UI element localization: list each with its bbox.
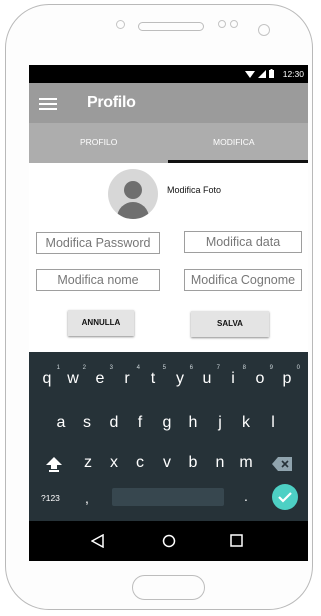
- key-r[interactable]: r4: [119, 365, 140, 388]
- key-q[interactable]: q1: [39, 365, 60, 388]
- backspace-icon[interactable]: [272, 457, 292, 471]
- surname-field[interactable]: Modifica Cognome: [184, 269, 302, 291]
- key-d[interactable]: d: [106, 414, 122, 432]
- key-c[interactable]: c: [132, 454, 148, 472]
- password-field[interactable]: Modifica Password: [36, 232, 160, 254]
- edit-photo-label[interactable]: Modifica Foto: [167, 185, 221, 195]
- key-b[interactable]: b: [185, 454, 201, 472]
- key-z[interactable]: z: [80, 454, 96, 472]
- hardware-home-button[interactable]: [132, 575, 205, 600]
- signal-icon: [258, 69, 266, 78]
- key-h[interactable]: h: [185, 414, 201, 432]
- sensor-dot: [230, 20, 238, 28]
- home-circle-icon[interactable]: [162, 534, 176, 548]
- key-j[interactable]: j: [212, 414, 228, 432]
- key-x[interactable]: x: [106, 454, 122, 472]
- sensor-dot: [218, 20, 226, 28]
- status-time: 12:30: [282, 69, 304, 79]
- soft-keyboard: q1 w2 e3 r4 t5 y6 u7 i8 o9 p0 a s d f g …: [29, 352, 308, 521]
- key-t[interactable]: t5: [145, 365, 166, 388]
- screen: 12:30 Profilo PROFILO MODIFICA Modifica …: [29, 65, 308, 561]
- symbols-key[interactable]: ?123: [41, 493, 60, 503]
- key-a[interactable]: a: [53, 414, 69, 432]
- key-n[interactable]: n: [212, 454, 228, 472]
- shift-arrow-icon[interactable]: [46, 457, 62, 472]
- space-bar[interactable]: [112, 488, 224, 506]
- key-e[interactable]: e3: [92, 365, 113, 388]
- name-field[interactable]: Modifica nome: [36, 269, 160, 291]
- app-bar: Profilo: [29, 83, 308, 123]
- comma-key[interactable]: ,: [85, 490, 89, 506]
- key-g[interactable]: g: [159, 414, 175, 432]
- sensor-dot: [116, 20, 125, 29]
- key-o[interactable]: o9: [252, 365, 273, 388]
- key-y[interactable]: y6: [172, 365, 193, 388]
- tab-modifica[interactable]: MODIFICA: [213, 137, 255, 147]
- key-w[interactable]: w2: [65, 365, 86, 388]
- save-button[interactable]: SALVA: [191, 311, 269, 337]
- hamburger-menu-icon[interactable]: [39, 98, 57, 111]
- period-key[interactable]: .: [244, 488, 248, 504]
- key-l[interactable]: l: [265, 414, 281, 432]
- key-v[interactable]: v: [159, 454, 175, 472]
- page-title: Profilo: [87, 94, 136, 111]
- recents-square-icon[interactable]: [230, 534, 243, 547]
- date-field[interactable]: Modifica data: [184, 231, 302, 253]
- tab-bar: PROFILO MODIFICA: [29, 123, 308, 163]
- key-i[interactable]: i8: [225, 365, 246, 388]
- key-f[interactable]: f: [132, 414, 148, 432]
- key-u[interactable]: u7: [199, 365, 220, 388]
- key-s[interactable]: s: [79, 414, 95, 432]
- navigation-bar: [29, 521, 308, 561]
- speaker-grille: [138, 22, 204, 31]
- battery-icon: [269, 69, 274, 78]
- wifi-icon: [245, 70, 255, 78]
- checkmark-icon[interactable]: [272, 484, 298, 510]
- status-bar: 12:30: [29, 65, 308, 83]
- key-k[interactable]: k: [238, 414, 254, 432]
- key-m[interactable]: m: [238, 454, 254, 472]
- back-triangle-icon[interactable]: [91, 534, 105, 548]
- cancel-button[interactable]: ANNULLA: [68, 310, 134, 336]
- active-tab-indicator: [168, 160, 308, 163]
- person-avatar-icon[interactable]: [108, 169, 158, 219]
- key-p[interactable]: p0: [279, 365, 300, 388]
- tab-profilo[interactable]: PROFILO: [80, 137, 117, 147]
- front-camera: [258, 24, 270, 36]
